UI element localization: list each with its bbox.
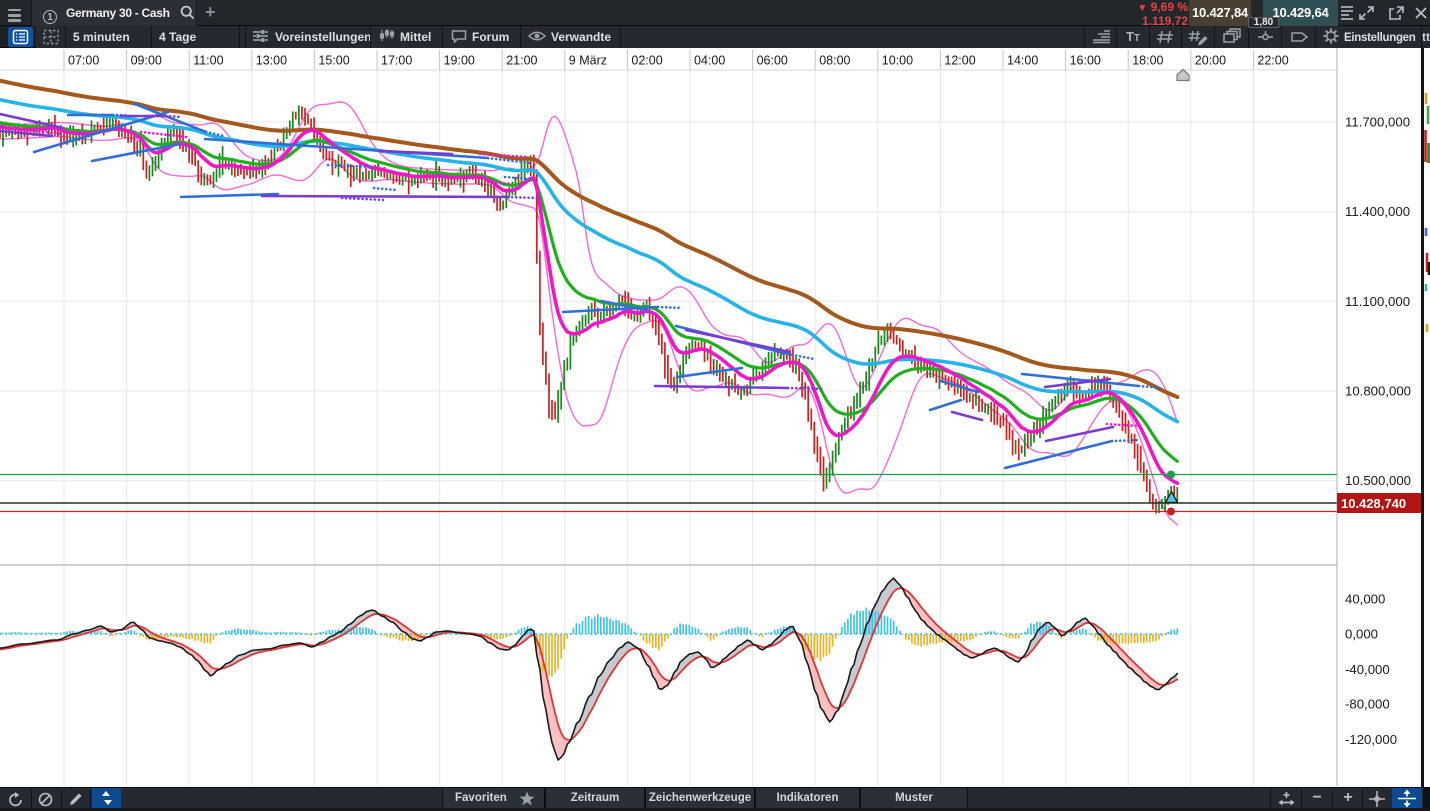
- svg-text:-120,000: -120,000: [1345, 732, 1397, 747]
- svg-text:09:00: 09:00: [131, 54, 162, 68]
- svg-text:-80,000: -80,000: [1345, 697, 1390, 712]
- svg-text:11.400,000: 11.400,000: [1345, 204, 1410, 219]
- svg-text:11.700,000: 11.700,000: [1345, 115, 1410, 130]
- svg-text:9 März: 9 März: [569, 54, 607, 68]
- svg-text:22:00: 22:00: [1257, 54, 1288, 68]
- svg-text:16:00: 16:00: [1070, 54, 1101, 68]
- svg-text:19:00: 19:00: [444, 54, 475, 68]
- svg-text:10.500,000: 10.500,000: [1345, 473, 1411, 488]
- svg-text:13:00: 13:00: [256, 54, 287, 68]
- svg-text:40,000: 40,000: [1345, 592, 1385, 607]
- svg-text:11.100,000: 11.100,000: [1345, 294, 1410, 309]
- svg-text:15:00: 15:00: [318, 54, 349, 68]
- svg-text:11:00: 11:00: [193, 54, 223, 68]
- svg-text:-40,000: -40,000: [1345, 662, 1390, 677]
- svg-text:17:00: 17:00: [381, 54, 412, 68]
- svg-text:21:00: 21:00: [506, 54, 537, 68]
- svg-text:14:00: 14:00: [1007, 54, 1038, 68]
- svg-text:07:00: 07:00: [68, 54, 99, 68]
- svg-text:20:00: 20:00: [1195, 54, 1226, 68]
- svg-text:04:00: 04:00: [694, 54, 725, 68]
- svg-text:18:00: 18:00: [1132, 54, 1163, 68]
- svg-text:10.428,740: 10.428,740: [1341, 496, 1406, 511]
- svg-text:10.800,000: 10.800,000: [1345, 384, 1411, 399]
- svg-text:06:00: 06:00: [757, 54, 788, 68]
- svg-text:08:00: 08:00: [819, 54, 850, 68]
- svg-text:0,000: 0,000: [1345, 627, 1378, 642]
- svg-text:12:00: 12:00: [944, 54, 975, 68]
- svg-text:02:00: 02:00: [631, 54, 662, 68]
- svg-text:10:00: 10:00: [882, 54, 913, 68]
